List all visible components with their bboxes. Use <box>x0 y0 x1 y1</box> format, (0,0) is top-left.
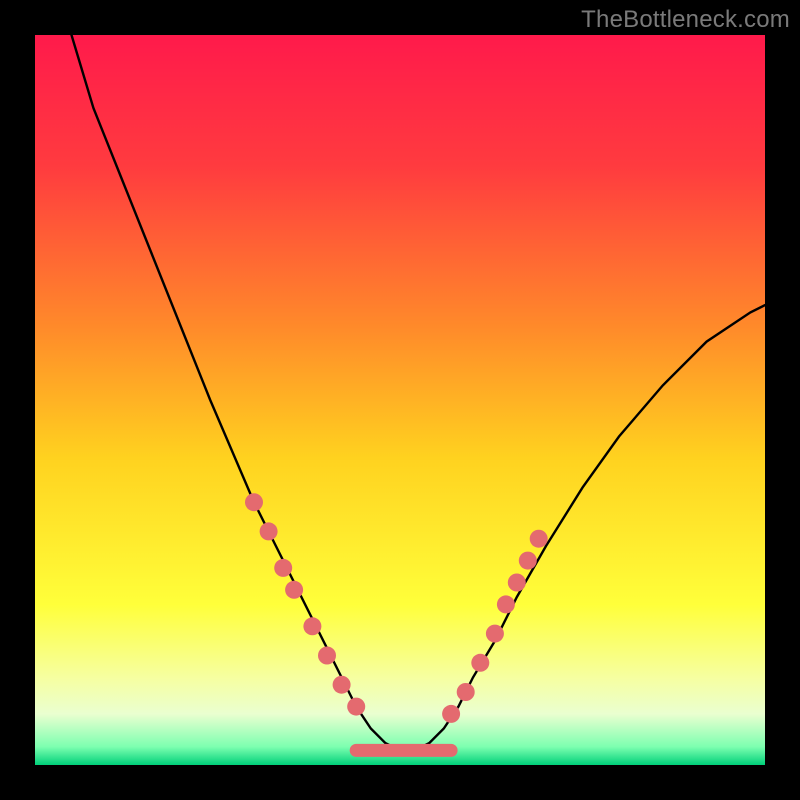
bottleneck-curve <box>72 35 766 750</box>
marker-dot <box>285 581 303 599</box>
marker-dot <box>519 552 537 570</box>
marker-dot <box>318 647 336 665</box>
marker-dot <box>457 683 475 701</box>
chart-frame: TheBottleneck.com <box>0 0 800 800</box>
marker-dot <box>347 698 365 716</box>
marker-dot <box>508 574 526 592</box>
marker-dot <box>333 676 351 694</box>
marker-dot <box>530 530 548 548</box>
marker-dot <box>260 522 278 540</box>
marker-dot <box>274 559 292 577</box>
chart-svg <box>35 35 765 765</box>
marker-dot <box>442 705 460 723</box>
watermark-text: TheBottleneck.com <box>581 6 790 34</box>
marker-dot <box>486 625 504 643</box>
marker-dot <box>303 617 321 635</box>
marker-dot <box>245 493 263 511</box>
marker-dot <box>471 654 489 672</box>
marker-dot <box>497 595 515 613</box>
marker-group <box>245 493 548 723</box>
